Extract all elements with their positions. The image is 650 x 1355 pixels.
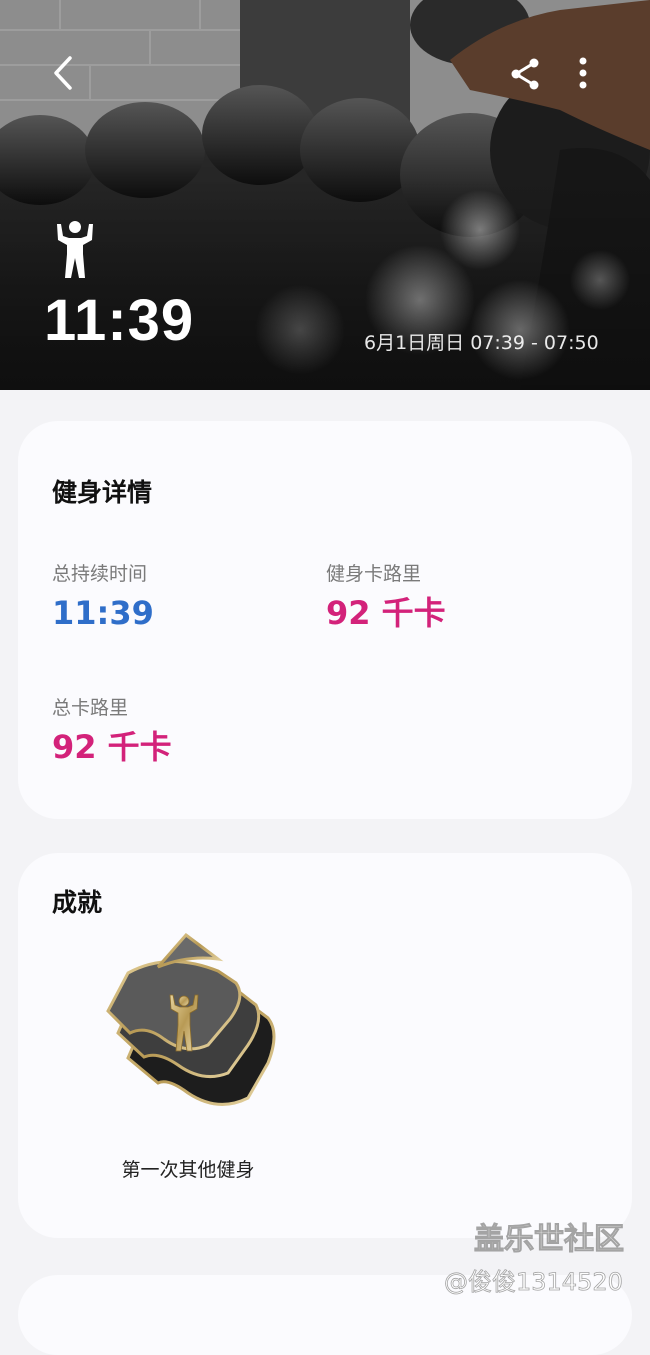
watermark-community: 盖乐世社区	[474, 1222, 625, 1258]
more-vertical-icon	[579, 57, 587, 89]
workout-duration: 11:39	[44, 288, 195, 353]
chevron-left-icon	[54, 56, 72, 90]
hero-header: 11:39 6月1日周日 07:39 - 07:50	[0, 0, 650, 390]
share-button[interactable]	[506, 54, 546, 94]
badge-label: 第一次其他健身	[121, 1159, 255, 1181]
achievements-card: 成就 第一次其他健身	[18, 853, 632, 1238]
stat-value: 92 千卡	[52, 728, 172, 766]
workout-date-time: 6月1日周日 07:39 - 07:50	[364, 332, 599, 354]
workout-details-card: 健身详情 总持续时间 11:39 健身卡路里 92 千卡 总卡路里 92 千卡	[18, 421, 632, 819]
stat-value: 11:39	[52, 594, 154, 632]
details-title: 健身详情	[52, 478, 153, 507]
achievements-title: 成就	[52, 888, 103, 917]
share-icon	[511, 58, 539, 90]
person-flexing-icon	[57, 221, 93, 278]
more-options-button[interactable]	[568, 52, 598, 96]
achievement-badge-icon	[106, 932, 276, 1106]
stat-workout-calories: 健身卡路里 92 千卡	[326, 559, 446, 631]
stat-label: 总持续时间	[52, 563, 148, 585]
activity-type-icon	[54, 220, 96, 280]
achievement-badge[interactable]	[98, 932, 278, 1113]
stat-label: 健身卡路里	[326, 563, 422, 585]
stat-total-duration: 总持续时间 11:39	[52, 559, 154, 631]
stat-total-calories: 总卡路里 92 千卡	[52, 693, 172, 765]
watermark-user: @俊俊1314520	[444, 1268, 624, 1297]
stat-label: 总卡路里	[52, 697, 129, 719]
back-button[interactable]	[44, 50, 84, 96]
stat-value: 92 千卡	[326, 594, 446, 632]
